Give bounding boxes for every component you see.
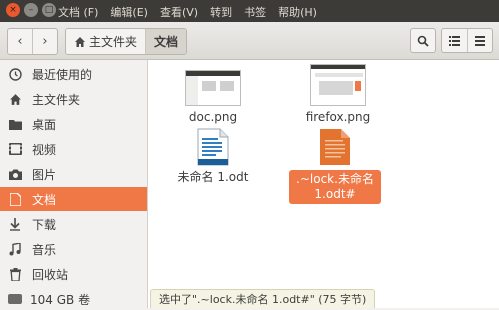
file-view: doc.png firefox.png 未命名 1.odt .~lock.未命名… [148,60,499,308]
menu-help[interactable]: 帮助(H) [278,4,317,20]
image-thumbnail [185,70,241,106]
sidebar-device-volume[interactable]: 104 GB 卷 [0,288,147,310]
sidebar-item-label: 最近使用的 [32,67,93,82]
device-label: 104 GB 卷 [30,292,91,307]
sidebar-item-label: 图片 [32,167,57,182]
file-item-selected[interactable]: .~lock.未命名 1.odt# [289,128,381,204]
video-icon [8,142,22,156]
forward-button[interactable]: › [32,29,57,54]
list-view-button[interactable] [442,29,467,52]
sidebar-item-videos[interactable]: 视频 [0,137,147,161]
back-button[interactable]: ‹ [8,29,32,54]
view-buttons [441,28,493,53]
close-window-button[interactable]: × [6,3,20,17]
menu-view[interactable]: 查看(V) [160,4,198,20]
sidebar: 最近使用的 主文件夹 桌面 视频 图片 文档 下载 音乐 回收站 104 GB … [0,60,148,308]
chevron-left-icon: ‹ [17,34,23,49]
menu-bar: 文档 (F) 编辑(E) 查看(V) 转到 书签 帮助(H) [58,4,317,20]
sidebar-item-label: 视频 [32,142,57,157]
menu-go[interactable]: 转到 [210,4,232,20]
sidebar-item-recent[interactable]: 最近使用的 [0,62,147,86]
list-view-icon [448,35,460,46]
breadcrumb-home[interactable]: 主文件夹 [66,29,146,54]
odt-document-icon [197,128,229,166]
file-item[interactable]: doc.png [178,70,248,124]
sidebar-item-label: 下载 [32,217,57,232]
breadcrumb-current-label: 文档 [154,35,179,49]
maximize-window-button[interactable]: □ [42,3,56,17]
search-icon [417,35,429,47]
sidebar-item-label: 音乐 [32,242,57,257]
file-item[interactable]: firefox.png [300,64,376,124]
file-name: .~lock.未命名 1.odt# [289,170,381,204]
title-bar: × – □ 文档 (F) 编辑(E) 查看(V) 转到 书签 帮助(H) [0,0,499,22]
sidebar-item-label: 桌面 [32,117,57,132]
sidebar-item-desktop[interactable]: 桌面 [0,112,147,136]
breadcrumb-current[interactable]: 文档 [145,29,187,54]
sidebar-item-downloads[interactable]: 下载 [0,212,147,236]
breadcrumb: 主文件夹 文档 [65,28,188,55]
sidebar-item-home[interactable]: 主文件夹 [0,87,147,111]
document-icon [8,192,22,206]
sidebar-item-pictures[interactable]: 图片 [0,162,147,186]
home-icon [75,36,85,47]
trash-icon [8,267,22,281]
disk-icon [8,294,22,304]
clock-icon [8,67,22,81]
file-name: doc.png [188,110,238,124]
file-item[interactable]: 未命名 1.odt [170,128,256,184]
text-file-icon [320,129,350,165]
menu-edit[interactable]: 编辑(E) [110,4,148,20]
maximize-icon: □ [44,4,54,15]
sidebar-item-documents[interactable]: 文档 [0,187,147,211]
close-icon: × [9,4,17,15]
menu-button[interactable] [466,29,493,52]
minimize-icon: – [28,4,34,15]
toolbar: ‹ › 主文件夹 文档 [0,22,499,60]
music-icon [8,242,22,256]
hamburger-icon [474,35,485,46]
search-button[interactable] [410,28,436,53]
menu-bookmarks[interactable]: 书签 [244,4,266,20]
file-name: firefox.png [305,110,371,124]
folder-icon [8,117,22,131]
minimize-window-button[interactable]: – [24,3,38,17]
sidebar-item-label: 文档 [32,192,57,207]
home-icon [8,92,22,106]
download-icon [8,217,22,231]
sidebar-item-label: 回收站 [32,267,69,282]
status-bar: 选中了".~lock.未命名 1.odt#" (75 字节) [150,289,376,308]
status-text: 选中了".~lock.未命名 1.odt#" (75 字节) [159,293,367,306]
camera-icon [8,167,22,181]
image-thumbnail [310,64,366,106]
sidebar-item-label: 主文件夹 [32,92,81,107]
navigation-buttons: ‹ › [7,28,58,55]
sidebar-item-trash[interactable]: 回收站 [0,262,147,286]
window-controls: × – □ [6,3,56,17]
breadcrumb-home-label: 主文件夹 [89,35,138,49]
chevron-right-icon: › [42,34,48,49]
sidebar-item-music[interactable]: 音乐 [0,237,147,261]
file-name: 未命名 1.odt [177,170,249,184]
menu-file[interactable]: 文档 (F) [58,4,98,20]
